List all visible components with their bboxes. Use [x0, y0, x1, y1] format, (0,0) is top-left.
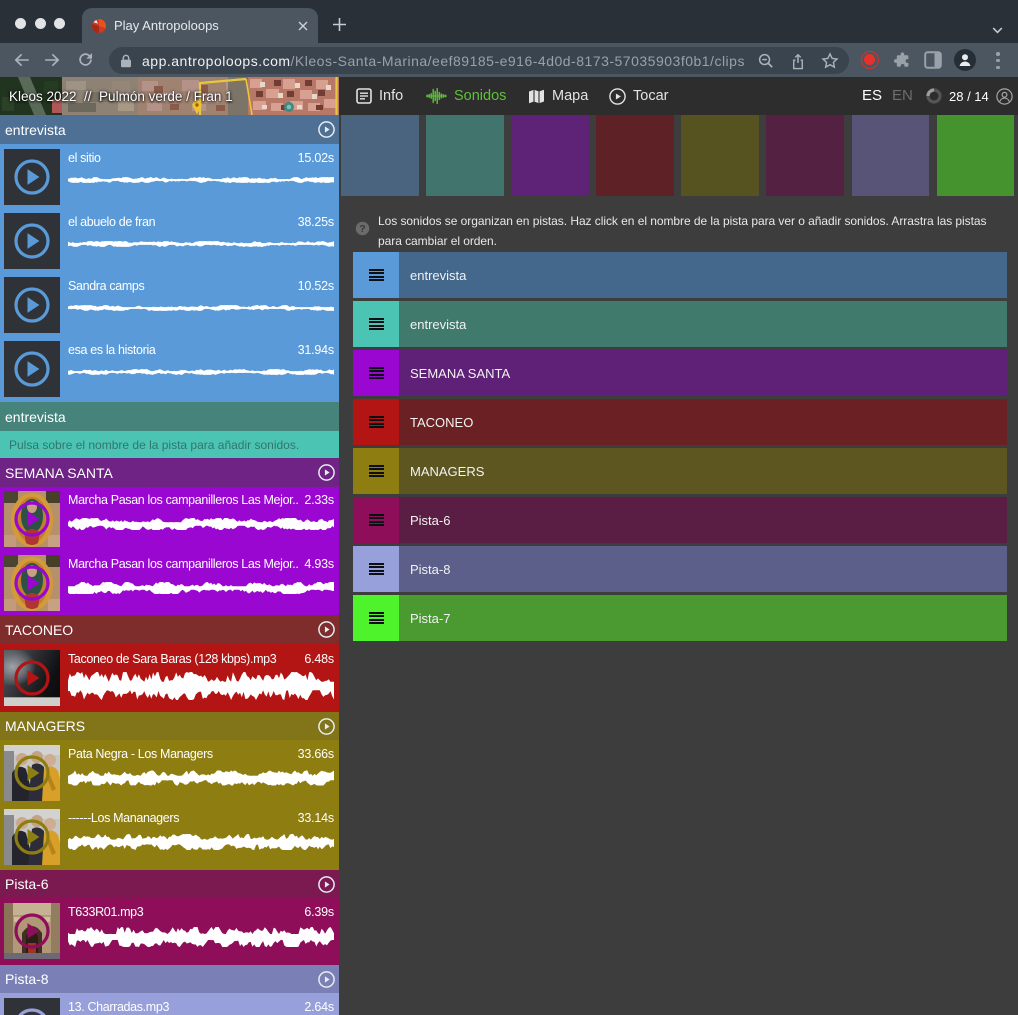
svg-text:?: ? [359, 224, 365, 235]
